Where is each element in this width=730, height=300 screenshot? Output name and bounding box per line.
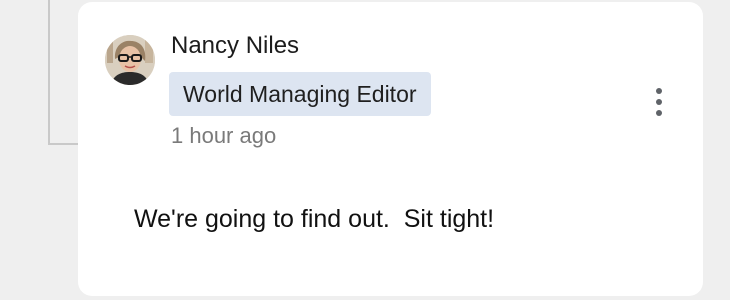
comment-timestamp: 1 hour ago [171,123,277,148]
author-role-badge: World Managing Editor [169,72,431,116]
profile-photo-icon [105,35,155,85]
comment-body: We're going to find out. Sit tight! [134,205,495,233]
author-name[interactable]: Nancy Niles [171,32,299,60]
more-vertical-icon-dot [656,110,662,116]
comment-card: Nancy Niles World Managing Editor 1 hour… [78,2,703,296]
thread-connector-line [48,0,78,145]
comment-thread: Nancy Niles World Managing Editor 1 hour… [0,0,730,300]
more-vertical-icon-dot [656,99,662,105]
more-options-button[interactable] [644,82,674,122]
avatar[interactable] [105,35,155,85]
more-vertical-icon [656,88,662,94]
